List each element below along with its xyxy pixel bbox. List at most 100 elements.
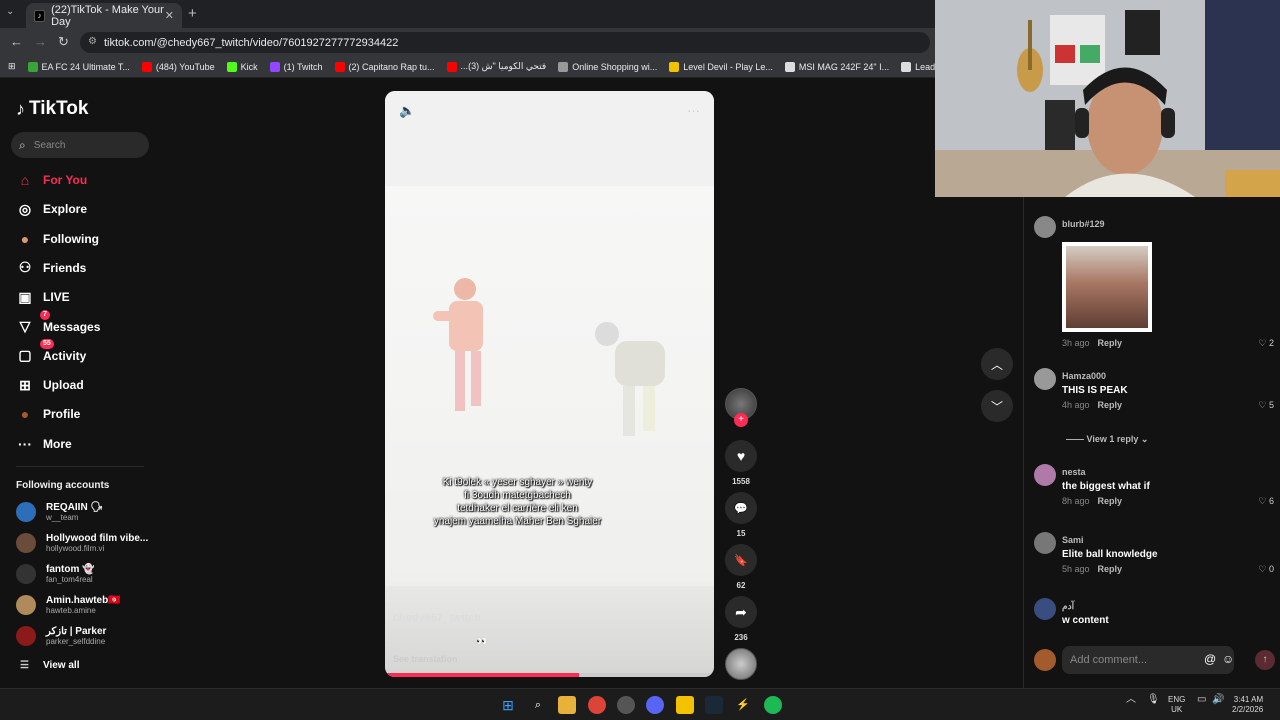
new-tab-icon[interactable]: + [188, 5, 197, 22]
previous-video-button[interactable]: ︿ [981, 348, 1013, 380]
hashtag-link[interactable]: #touness [490, 636, 530, 646]
bookmark-item[interactable]: (1) Twitch [269, 61, 323, 72]
following-account[interactable]: Hollywood film vibe... hollywood.film.vi [16, 533, 148, 553]
see-translation-link[interactable]: See translation [393, 654, 458, 664]
comment-like-button[interactable]: ♡ 6 [1258, 496, 1274, 507]
reply-button[interactable]: Reply [1098, 400, 1123, 410]
mention-icon[interactable]: @ [1204, 652, 1216, 666]
apps-icon[interactable]: ⊞ [8, 61, 16, 72]
commenter-avatar[interactable] [1034, 464, 1056, 486]
commenter-avatar[interactable] [1034, 216, 1056, 238]
following-account[interactable]: تازكر | Parker parker_selfddine [16, 626, 106, 646]
commenter-avatar[interactable] [1034, 368, 1056, 390]
reply-button[interactable]: Reply [1098, 496, 1123, 506]
browser-tab[interactable]: ♪ (22)TikTok - Make Your Day ✕ [26, 3, 182, 28]
tray-expand-icon[interactable]: ︿ [1126, 695, 1136, 705]
sound-disc[interactable] [724, 648, 758, 680]
volume-icon[interactable]: 🔊 [1212, 695, 1224, 705]
discord-icon[interactable] [646, 696, 664, 714]
heart-icon[interactable]: ♥ [725, 440, 757, 472]
bookmark-item[interactable]: Online Shopping wi... [558, 61, 657, 72]
microphone-icon[interactable]: 🎙 [1147, 695, 1160, 705]
bookmark-icon[interactable]: 🔖 [725, 544, 757, 576]
chrome-icon[interactable] [588, 696, 606, 714]
spotify-icon[interactable] [764, 696, 782, 714]
view-replies-link[interactable]: —— View 1 reply ⌄ [1066, 434, 1148, 445]
bookmark-favicon-icon [226, 61, 237, 72]
emoji-icon[interactable]: ☺ [1222, 652, 1234, 666]
bookmark-item[interactable]: ...فتحي الكوميا "ش (3) [446, 61, 546, 72]
sidebar-item-explore[interactable]: ◎ Explore [16, 198, 87, 220]
sidebar-item-activity[interactable]: ▢ 55 Activity [16, 338, 86, 367]
sidebar-item-live[interactable]: ▣ LIVE [16, 286, 69, 308]
network-icon[interactable]: ▭ [1197, 695, 1206, 705]
account-avatar [16, 564, 36, 584]
video-progress-bar[interactable] [385, 673, 714, 677]
sidebar-item-more[interactable]: ··· More [16, 433, 72, 455]
comment-action[interactable]: 💬 15 [724, 492, 758, 538]
sticky-notes-icon[interactable] [676, 696, 694, 714]
commenter-name[interactable]: nesta [1062, 467, 1086, 477]
video-player[interactable]: 🔈 ··· Ki t9olek « yeser sghayer » wenty f… [385, 91, 714, 677]
view-all-link[interactable]: ☰ View all [20, 660, 79, 671]
comment-like-button[interactable]: ♡ 5 [1258, 400, 1274, 411]
bookmark-item[interactable]: MSI MAG 242F 24" I... [784, 61, 889, 72]
sidebar-item-for-you[interactable]: ⌂ For You [16, 169, 87, 191]
mute-icon[interactable]: 🔈 [399, 103, 415, 119]
comment-like-count: 6 [1268, 496, 1274, 506]
next-video-button[interactable]: ﹀ [981, 390, 1013, 422]
search-input[interactable]: ⌕ Search [11, 132, 149, 158]
back-icon[interactable]: ← [10, 34, 23, 49]
reload-icon[interactable]: ↻ [58, 34, 69, 50]
reply-button[interactable]: Reply [1098, 564, 1123, 574]
tiktok-logo[interactable]: ♪ TikTok [16, 98, 88, 120]
address-bar[interactable]: ⚙ tiktok.com/@chedy667_twitch/video/7601… [80, 32, 930, 53]
video-author[interactable]: chedy667_twitch [393, 612, 481, 624]
following-account[interactable]: REQAIIN 🗣 w__team [16, 502, 103, 522]
clock[interactable]: 3:41 AM 2/2/2026 [1232, 695, 1263, 715]
bookmark-item[interactable]: EA FC 24 Ultimate T... [27, 61, 130, 72]
comment-icon[interactable]: 💬 [725, 492, 757, 524]
bookmark-item[interactable]: (2) Capitano Rap tu... [334, 61, 435, 72]
file-explorer-icon[interactable] [558, 696, 576, 714]
sound-disc-avatar[interactable] [725, 648, 757, 680]
sidebar-item-messages[interactable]: ▽ 7 Messages [16, 309, 100, 338]
commenter-avatar[interactable] [1034, 598, 1056, 620]
steam-icon[interactable] [705, 696, 723, 714]
share-action[interactable]: ➦ 236 [724, 596, 758, 642]
start-icon[interactable]: ⊞ [499, 696, 517, 714]
like-action[interactable]: ♥ 1558 [724, 440, 758, 486]
following-account[interactable]: fantom 👻 fan_tom4real [16, 564, 95, 584]
tab-close-icon[interactable]: ✕ [165, 9, 174, 22]
app-icon[interactable] [617, 696, 635, 714]
tab-search-icon[interactable]: ⌄ [6, 6, 20, 20]
sidebar-item-following[interactable]: ● Following [16, 228, 99, 250]
sidebar-item-upload[interactable]: ⊞ Upload [16, 374, 84, 396]
share-icon[interactable]: ➦ [725, 596, 757, 628]
bookmark-item[interactable]: Leading Digital Stor... [901, 61, 935, 72]
author-avatar-action[interactable]: + [724, 388, 758, 427]
commenter-name[interactable]: آدم [1062, 601, 1074, 612]
comment-like-button[interactable]: ♡ 2 [1258, 338, 1274, 349]
search-taskbar-icon[interactable]: ⌕ [529, 696, 547, 714]
video-more-icon[interactable]: ··· [687, 103, 700, 118]
commenter-name[interactable]: blurb#129 [1062, 219, 1105, 229]
comment-like-button[interactable]: ♡ 0 [1258, 564, 1274, 575]
commenter-name[interactable]: Sami [1062, 535, 1084, 545]
site-info-icon[interactable]: ⚙ [88, 36, 97, 47]
sidebar-item-profile[interactable]: ● Profile [16, 403, 81, 425]
commenter-avatar[interactable] [1034, 532, 1056, 554]
bookmark-item[interactable]: Kick [226, 61, 258, 72]
post-comment-button[interactable]: ↑ [1255, 650, 1275, 670]
bookmark-item[interactable]: (484) YouTube [141, 61, 215, 72]
commenter-name[interactable]: Hamza000 [1062, 371, 1106, 381]
sidebar-item-friends[interactable]: ⚇ Friends [16, 257, 87, 279]
reply-button[interactable]: Reply [1098, 338, 1123, 348]
bookmark-item[interactable]: Level Devil - Play Le... [669, 61, 773, 72]
language-indicator[interactable]: ENG UK [1168, 695, 1185, 715]
follow-plus-icon[interactable]: + [734, 413, 748, 427]
kick-app-icon[interactable]: ⚡ [734, 696, 752, 714]
save-action[interactable]: 🔖 62 [724, 544, 758, 590]
forward-icon[interactable]: → [34, 34, 47, 49]
following-account[interactable]: Amin.hawteb🇹🇳 hawteb.amine [16, 595, 121, 615]
